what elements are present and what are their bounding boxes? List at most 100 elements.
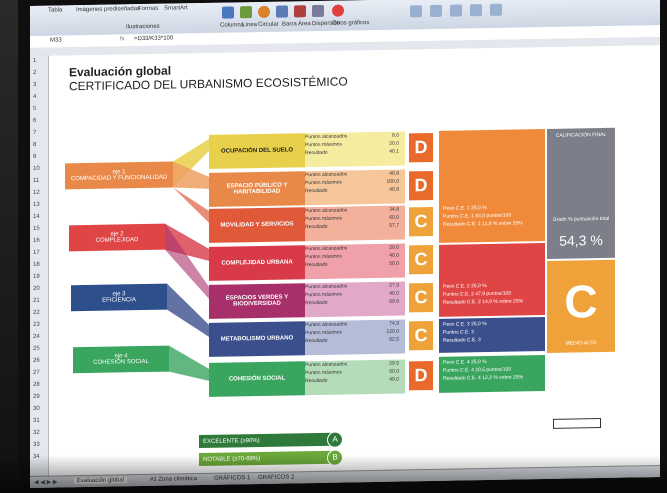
scale-b: NOTABLE (≥70-89%) B: [199, 449, 343, 467]
row-number[interactable]: 34: [33, 454, 40, 460]
row-number[interactable]: 14: [33, 214, 40, 220]
pts-resultado: 69,8: [389, 298, 399, 305]
pts-label: Puntos máximos: [305, 141, 342, 149]
photo: Tabla Imágenes prediseñadas Formas Smart…: [0, 0, 667, 493]
pts-resultado: 57,7: [389, 222, 399, 229]
pts-label: Puntos máximos: [305, 253, 342, 261]
ribbon-item-area: Área: [298, 21, 311, 28]
line-chart-icon[interactable]: [240, 6, 252, 19]
row-number[interactable]: 1: [33, 58, 36, 64]
row-number[interactable]: 29: [33, 394, 40, 400]
row-number[interactable]: 18: [33, 262, 40, 268]
row-number[interactable]: 6: [33, 118, 36, 124]
row-number[interactable]: 22: [33, 310, 40, 316]
pts-label: Puntos máximos: [305, 369, 342, 377]
pts-label: Resultado: [305, 149, 328, 157]
ribbon-item-circular: Circular: [258, 21, 279, 29]
text-box-icon[interactable]: [410, 5, 422, 18]
tab-zona-climatica[interactable]: #1 Zona climática: [150, 476, 197, 483]
row-number[interactable]: 25: [33, 346, 40, 352]
pts-alcanzados: 74,9: [389, 320, 399, 327]
summary-label: Puntos C.E. 1: [443, 213, 474, 220]
selected-cell[interactable]: [553, 418, 601, 429]
pts-label: Resultado: [305, 299, 328, 307]
row-number[interactable]: 32: [33, 430, 40, 436]
ribbon-item-formas[interactable]: Formas: [138, 6, 158, 12]
indicator-espacios-verdes: ESPACIOS VERDES Y BIODIVERSIDAD: [209, 283, 305, 319]
ribbon-item-smartart[interactable]: SmartArt: [164, 5, 188, 11]
row-number[interactable]: 26: [33, 358, 40, 364]
tab-graficos-2[interactable]: GRÁFICOS 2: [258, 474, 294, 481]
indicator-movilidad: MOVILIDAD Y SERVICIOS: [209, 207, 305, 243]
pts-alcanzados: 8,0: [392, 132, 399, 139]
ribbon-item-otros: Otros gráficos: [332, 20, 370, 27]
final-header: CALIFICACIÓN FINAL: [555, 131, 607, 139]
indicator-ocupacion: OCUPACIÓN DEL SUELO: [209, 133, 305, 169]
tab-graficos-1[interactable]: GRÁFICOS 1: [214, 475, 250, 482]
other-charts-icon[interactable]: [332, 4, 344, 17]
row-number[interactable]: 17: [33, 250, 40, 256]
pts-resultado: 49,0: [389, 376, 399, 383]
row-number[interactable]: 15: [33, 226, 40, 232]
row-number[interactable]: 23: [33, 322, 40, 328]
pts-maximos: 60,0: [389, 368, 399, 375]
row-number[interactable]: 21: [33, 298, 40, 304]
pts-resultado: 50,0: [389, 260, 399, 267]
row-number[interactable]: 27: [33, 370, 40, 376]
header-footer-icon[interactable]: [430, 4, 442, 18]
area-chart-icon[interactable]: [294, 5, 306, 18]
row-number[interactable]: 31: [33, 418, 40, 424]
summary-value: 47,9 puntos/100: [475, 290, 512, 298]
pts-alcanzados: 34,8: [389, 206, 399, 213]
row-number[interactable]: 28: [33, 382, 40, 388]
ribbon-item-tabla[interactable]: Tabla: [48, 7, 62, 13]
row-number[interactable]: 12: [33, 190, 40, 196]
row-number[interactable]: 8: [33, 142, 36, 148]
final-grade-panel: C MEDIO-ALTO: [547, 259, 615, 353]
row-number[interactable]: 20: [33, 286, 40, 292]
tab-nav-icon[interactable]: ◀ ◀ ▶ ▶: [34, 479, 57, 486]
wordart-icon[interactable]: [450, 4, 462, 17]
summary-label: Resultado C.E. 4: [443, 375, 481, 382]
row-number[interactable]: 10: [33, 166, 40, 172]
row-number[interactable]: 2: [33, 70, 36, 76]
summary-label: Puntos C.E. 2: [443, 291, 474, 298]
ribbon-group-label: Ilustraciones: [126, 23, 160, 31]
name-box[interactable]: M33: [50, 37, 62, 43]
row-number[interactable]: 3: [33, 82, 36, 88]
scatter-chart-icon[interactable]: [312, 4, 324, 18]
row-number[interactable]: 13: [33, 202, 40, 208]
symbol-icon[interactable]: [490, 3, 502, 16]
fx-icon: fx: [120, 36, 125, 43]
summary-ce-2: Peso C.E. 2 25,0 % Puntos C.E. 2 47,9 pu…: [439, 243, 545, 317]
row-number[interactable]: 19: [33, 274, 40, 280]
pts-label: Puntos máximos: [305, 329, 342, 337]
ribbon-item-imagenes[interactable]: Imágenes prediseñadas: [76, 6, 140, 13]
pts-label: Puntos alcanzados: [305, 245, 348, 253]
pts-resultado: 62,5: [389, 336, 399, 343]
column-chart-icon[interactable]: [222, 6, 234, 19]
indicator-complejidad: COMPLEJIDAD URBANA: [209, 245, 305, 281]
row-number[interactable]: 7: [33, 130, 36, 136]
row-number[interactable]: 4: [33, 94, 36, 100]
row-number[interactable]: 16: [33, 238, 40, 244]
row-header: 1 2 3 4 5 6 7 8 9 10 11 12 13 14 15 16 17 18 19 20 21 22 23 24 2…: [30, 55, 49, 476]
scale-a: EXCELENTE (≥90%) A: [199, 431, 343, 449]
formula-input[interactable]: =D33/K33*100: [134, 36, 173, 43]
summary-label: Resultado C.E. 3: [443, 337, 481, 344]
row-number[interactable]: 11: [33, 178, 39, 184]
scale-a-badge: A: [327, 431, 343, 448]
row-number[interactable]: 9: [33, 154, 36, 160]
summary-ce-3: Peso C.E. 3 25,0 % Puntos C.E. 3 Resulta…: [439, 317, 545, 353]
bar-chart-icon[interactable]: [276, 5, 288, 18]
tab-evaluacion-global[interactable]: Evaluación global: [74, 477, 128, 485]
ribbon-item-barra: Barra: [282, 21, 297, 28]
pts-label: Resultado: [305, 261, 328, 269]
row-number[interactable]: 30: [33, 406, 40, 412]
pie-chart-icon[interactable]: [258, 5, 270, 19]
row-number[interactable]: 33: [33, 442, 40, 448]
row-number[interactable]: 5: [33, 106, 36, 112]
indicator-espacio-publico: ESPACIO PÚBLICO Y HABITABILIDAD: [209, 171, 305, 207]
signature-icon[interactable]: [470, 4, 482, 17]
row-number[interactable]: 24: [33, 334, 40, 340]
